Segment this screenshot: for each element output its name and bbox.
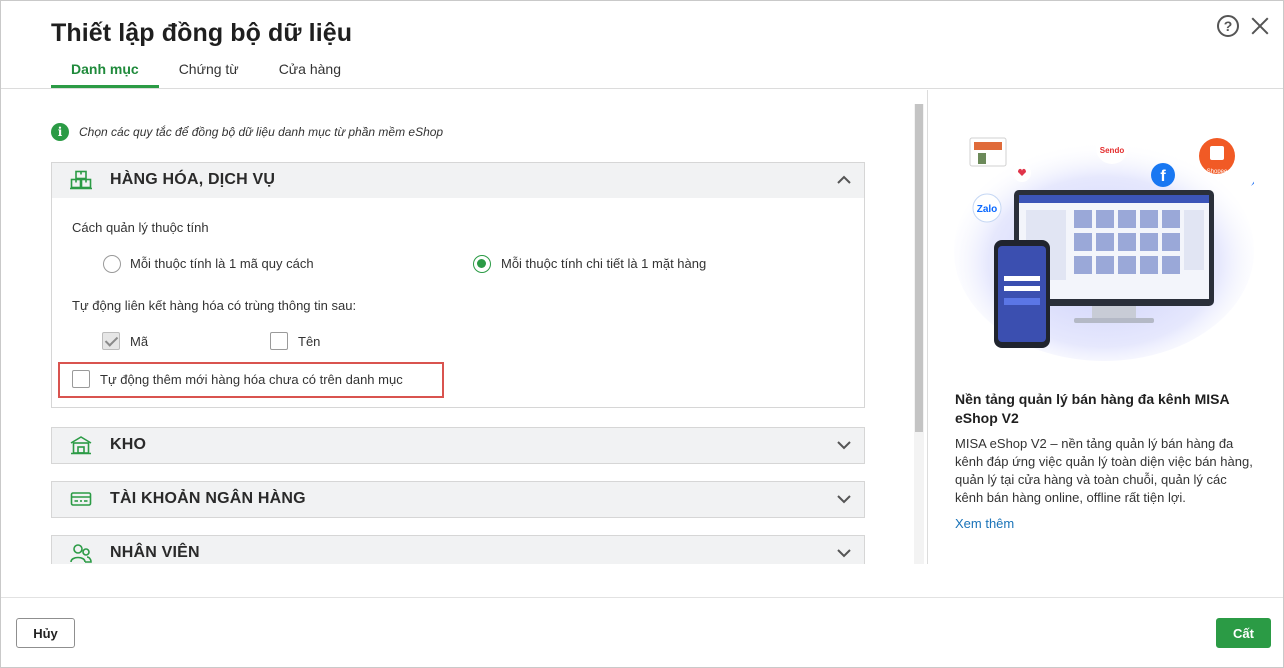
save-button[interactable]: Cất (1216, 618, 1271, 648)
dialog-header: Thiết lập đồng bộ dữ liệu Danh mục Chứng… (1, 1, 1283, 89)
learn-more-link[interactable]: Xem thêm (955, 516, 1014, 531)
tab-chung-tu[interactable]: Chứng từ (159, 57, 259, 88)
checkbox-code-label: Mã (130, 334, 149, 349)
eshop-illustration-image: Zalo Sendo f Shopee (954, 132, 1254, 361)
info-hint: i Chọn các quy tắc để đồng bộ dữ liệu da… (51, 123, 443, 141)
users-icon (70, 544, 92, 563)
content-scrollbar[interactable] (914, 104, 924, 564)
help-icon[interactable]: ? (1217, 15, 1239, 37)
close-icon[interactable] (1249, 15, 1271, 37)
radio-attribute-spec-label[interactable]: Mỗi thuộc tính là 1 mã quy cách (130, 256, 314, 271)
section-bank-header[interactable]: TÀI KHOẢN NGÂN HÀNG (52, 482, 864, 517)
facebook-logo-text: f (1160, 168, 1166, 185)
section-warehouse: KHO (51, 427, 865, 464)
sendo-logo-text: Sendo (1100, 146, 1125, 155)
radio-attribute-item-label[interactable]: Mỗi thuộc tính chi tiết là 1 mặt hàng (501, 256, 706, 271)
checkbox-auto-add-label[interactable]: Tự động thêm mới hàng hóa chưa có trên d… (100, 372, 403, 387)
promo-panel: Zalo Sendo f Shopee Nền tảng quản lý bán… (927, 90, 1283, 564)
warehouse-icon (70, 436, 92, 455)
section-staff-title: NHÂN VIÊN (110, 544, 200, 561)
chevron-down-icon[interactable] (836, 437, 852, 453)
info-icon: i (51, 123, 69, 141)
tab-danh-muc[interactable]: Danh mục (51, 57, 159, 88)
zalo-logo-text: Zalo (977, 204, 998, 215)
info-text: Chọn các quy tắc để đồng bộ dữ liệu danh… (79, 125, 444, 139)
settings-content: i Chọn các quy tắc để đồng bộ dữ liệu da… (1, 90, 913, 564)
section-goods-header[interactable]: HÀNG HÓA, DỊCH VỤ (52, 163, 864, 198)
radio-attribute-item[interactable] (473, 255, 491, 273)
cancel-button[interactable]: Hủy (16, 618, 75, 648)
section-goods-body: Cách quản lý thuộc tính Mỗi thuộc tính l… (52, 198, 864, 407)
boxes-icon (70, 170, 92, 190)
auto-link-label: Tự động liên kết hàng hóa có trùng thông… (72, 298, 357, 313)
radio-attribute-spec[interactable] (103, 255, 121, 273)
card-icon (70, 492, 92, 506)
section-staff-header[interactable]: NHÂN VIÊN (52, 536, 864, 564)
dialog-footer: Hủy Cất (1, 597, 1283, 667)
checkbox-name[interactable] (270, 332, 288, 350)
section-goods-title: HÀNG HÓA, DỊCH VỤ (110, 171, 276, 188)
attribute-mode-label: Cách quản lý thuộc tính (72, 220, 209, 235)
section-bank-title: TÀI KHOẢN NGÂN HÀNG (110, 490, 306, 507)
header-actions: ? (1217, 15, 1271, 37)
section-staff: NHÂN VIÊN (51, 535, 865, 564)
section-goods: HÀNG HÓA, DỊCH VỤ Cách quản lý thuộc tín… (51, 162, 865, 408)
promo-title: Nền tảng quản lý bán hàng đa kênh MISA e… (955, 391, 1230, 426)
chevron-up-icon[interactable] (836, 172, 852, 188)
promo-description: MISA eShop V2 – nền tảng quản lý bán hàn… (955, 436, 1253, 505)
scrollbar-thumb[interactable] (915, 104, 923, 432)
checkbox-name-label: Tên (298, 334, 321, 349)
chevron-down-icon[interactable] (836, 491, 852, 507)
section-warehouse-title: KHO (110, 436, 147, 453)
checkbox-auto-add[interactable] (72, 370, 90, 388)
checkbox-code[interactable] (102, 332, 120, 350)
tab-cua-hang[interactable]: Cửa hàng (259, 57, 361, 88)
dialog-title: Thiết lập đồng bộ dữ liệu (51, 19, 353, 47)
section-warehouse-header[interactable]: KHO (52, 428, 864, 463)
chevron-down-icon[interactable] (836, 545, 852, 561)
shopee-logo-text: Shopee (1207, 169, 1228, 175)
sync-settings-dialog: Thiết lập đồng bộ dữ liệu Danh mục Chứng… (0, 0, 1284, 668)
tab-bar: Danh mục Chứng từ Cửa hàng (51, 57, 361, 88)
section-bank: TÀI KHOẢN NGÂN HÀNG (51, 481, 865, 518)
